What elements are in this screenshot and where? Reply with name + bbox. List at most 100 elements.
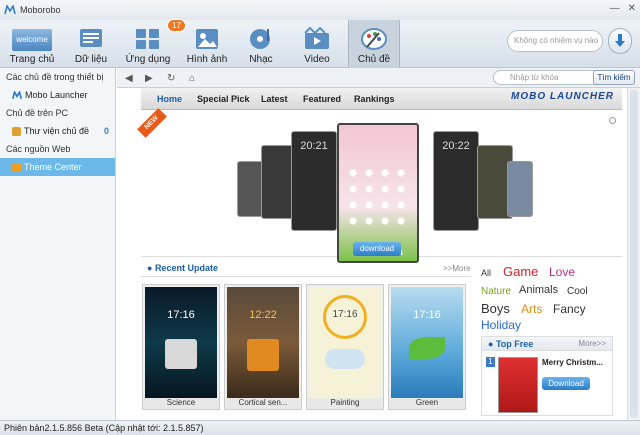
- recent-more-link[interactable]: >>More: [443, 264, 471, 273]
- window-title: Moborobo: [20, 5, 61, 15]
- banner-indicator-dot[interactable]: [609, 117, 616, 124]
- vertical-scrollbar[interactable]: [627, 88, 640, 420]
- toolbar-home-button[interactable]: welcome Trang chủ: [6, 20, 58, 68]
- theme-clock: 12:22: [249, 309, 277, 321]
- toolbar-themes-button[interactable]: Chủ đề: [348, 20, 400, 68]
- top-free-thumbnail[interactable]: [498, 357, 538, 413]
- theme-name: Science: [143, 398, 219, 409]
- top-free-item-name[interactable]: Merry Christm...: [542, 358, 603, 367]
- tab-special-pick[interactable]: Special Pick: [197, 94, 250, 104]
- sidebar-section-device: Các chủ đề trong thiết bị: [6, 72, 104, 82]
- sidebar-item-label: Mobo Launcher: [25, 90, 88, 100]
- toolbar-music-button[interactable]: Nhạc: [240, 20, 282, 68]
- library-count: 0: [103, 126, 109, 136]
- theme-name: Cortical sen...: [225, 398, 301, 409]
- toolbar-label: Ứng dụng: [125, 54, 171, 65]
- recent-divider: [141, 276, 471, 277]
- tag-arts[interactable]: Arts: [521, 302, 542, 316]
- version-status-text: Phiên bản2.1.5.856 Beta (Cập nhật tới: 2…: [4, 423, 204, 433]
- toolbar-data-button[interactable]: Dữ liệu: [66, 20, 116, 68]
- store-tabs: Home Special Pick Latest Featured Rankin…: [141, 88, 622, 110]
- recent-theme-card[interactable]: 12:22 Cortical sen...: [224, 284, 302, 410]
- recent-title-text: Recent Update: [154, 263, 218, 273]
- sidebar-item-mobo-launcher[interactable]: Mobo Launcher: [0, 86, 115, 104]
- forward-icon[interactable]: ▶: [145, 73, 153, 84]
- theme-preview-phone: 20:21: [291, 131, 337, 231]
- tag-nature[interactable]: Nature: [481, 286, 511, 297]
- sidebar-item-label: Theme Center: [24, 162, 82, 172]
- toolbar-label: Hình ảnh: [186, 54, 228, 65]
- rank-badge: 1: [486, 357, 495, 367]
- tag-fancy[interactable]: Fancy: [553, 302, 586, 316]
- tag-game[interactable]: Game: [503, 264, 538, 279]
- minimize-button[interactable]: —: [610, 3, 620, 14]
- theme-screenshot: 17:16: [145, 287, 217, 399]
- music-icon: [250, 29, 270, 49]
- top-free-panel: ● Top Free More>> 1 Merry Christm... Dow…: [481, 336, 613, 416]
- toolbar-pictures-button[interactable]: Hình ảnh: [182, 20, 232, 68]
- preview-clock: 20:22: [442, 140, 470, 152]
- tab-rankings[interactable]: Rankings: [354, 94, 395, 104]
- toolbar-label: Video: [304, 54, 330, 65]
- welcome-text: welcome: [16, 35, 48, 44]
- toolbar-apps-button[interactable]: 17 Ứng dụng: [120, 19, 186, 68]
- panda-grid: [345, 165, 411, 225]
- sidebar: Các chủ đề trong thiết bị Mobo Launcher …: [0, 68, 116, 420]
- toolbar-video-button[interactable]: Video: [296, 20, 338, 68]
- refresh-icon[interactable]: ↻: [167, 73, 175, 84]
- tab-featured[interactable]: Featured: [303, 94, 341, 104]
- task-status-field[interactable]: Không có nhiệm vụ nào: [507, 30, 603, 52]
- back-icon[interactable]: ◀: [125, 73, 133, 84]
- moborobo-logo-icon: [12, 90, 22, 99]
- toolbar-label: Dữ liệu: [74, 54, 108, 65]
- tab-latest[interactable]: Latest: [261, 94, 288, 104]
- theme-preview-phone: [507, 161, 533, 217]
- sidebar-section-web: Các nguồn Web: [6, 144, 71, 154]
- apps-icon-wrap: 17: [133, 19, 186, 51]
- status-bar: Phiên bản2.1.5.856 Beta (Cập nhật tới: 2…: [0, 420, 640, 435]
- theme-clock: 17:16: [413, 309, 441, 321]
- theme-screenshot: 12:22: [227, 287, 299, 399]
- navigation-bar: ◀ ▶ ↻ ⌂ Nhập từ khóa Tìm kiếm: [117, 68, 640, 88]
- theme-name: Green: [389, 398, 465, 409]
- recent-update-title: ● Recent Update: [147, 263, 218, 273]
- banner-download-button[interactable]: download: [353, 242, 401, 256]
- search-placeholder: Nhập từ khóa: [510, 73, 559, 82]
- search-button[interactable]: Tìm kiếm: [593, 70, 635, 85]
- preview-clock: 20:21: [300, 140, 328, 152]
- padlock-icon: [247, 339, 279, 371]
- recent-theme-card[interactable]: 17:16 Science: [142, 284, 220, 410]
- toolbar-label: Nhạc: [249, 54, 273, 65]
- keyword-search-input[interactable]: Nhập từ khóa: [493, 70, 603, 85]
- featured-banner[interactable]: NEW 20:21 Cute Panda 20:22: [137, 108, 622, 263]
- recent-theme-card[interactable]: 17:16 Painting: [306, 284, 384, 410]
- home-icon[interactable]: ⌂: [189, 73, 195, 84]
- theme-name: Painting: [307, 398, 383, 409]
- tag-holiday[interactable]: Holiday: [481, 318, 521, 332]
- sidebar-section-pc: Chủ đề trên PC: [6, 108, 69, 118]
- top-free-title: ● Top Free: [488, 339, 534, 349]
- tab-home[interactable]: Home: [157, 94, 182, 104]
- top-free-more-link[interactable]: More>>: [578, 339, 606, 348]
- new-label: NEW: [143, 114, 160, 131]
- moborobo-logo-icon: [4, 5, 16, 15]
- sidebar-item-theme-center[interactable]: Theme Center: [0, 158, 115, 176]
- home-welcome-icon: welcome: [12, 29, 52, 51]
- tag-boys[interactable]: Boys: [481, 301, 510, 316]
- tag-cool[interactable]: Cool: [567, 286, 588, 297]
- tag-all[interactable]: All: [481, 268, 491, 278]
- download-manager-button[interactable]: [608, 28, 632, 54]
- tag-animals[interactable]: Animals: [519, 284, 558, 296]
- top-free-download-button[interactable]: Download: [542, 377, 590, 390]
- new-ribbon: NEW: [137, 108, 167, 138]
- recent-theme-card[interactable]: 17:16 Green: [388, 284, 466, 410]
- scrollbar-thumb[interactable]: [630, 90, 638, 418]
- close-button[interactable]: ✕: [628, 3, 636, 14]
- theme-center-icon: [12, 162, 21, 172]
- download-arrow-icon: [615, 34, 625, 47]
- tag-love[interactable]: Love: [549, 265, 575, 279]
- pictures-icon: [196, 29, 218, 49]
- sidebar-item-theme-library[interactable]: Thư viện chủ đề 0: [0, 122, 115, 140]
- theme-preview-phone: [237, 161, 263, 217]
- theme-center-content: Home Special Pick Latest Featured Rankin…: [117, 88, 627, 420]
